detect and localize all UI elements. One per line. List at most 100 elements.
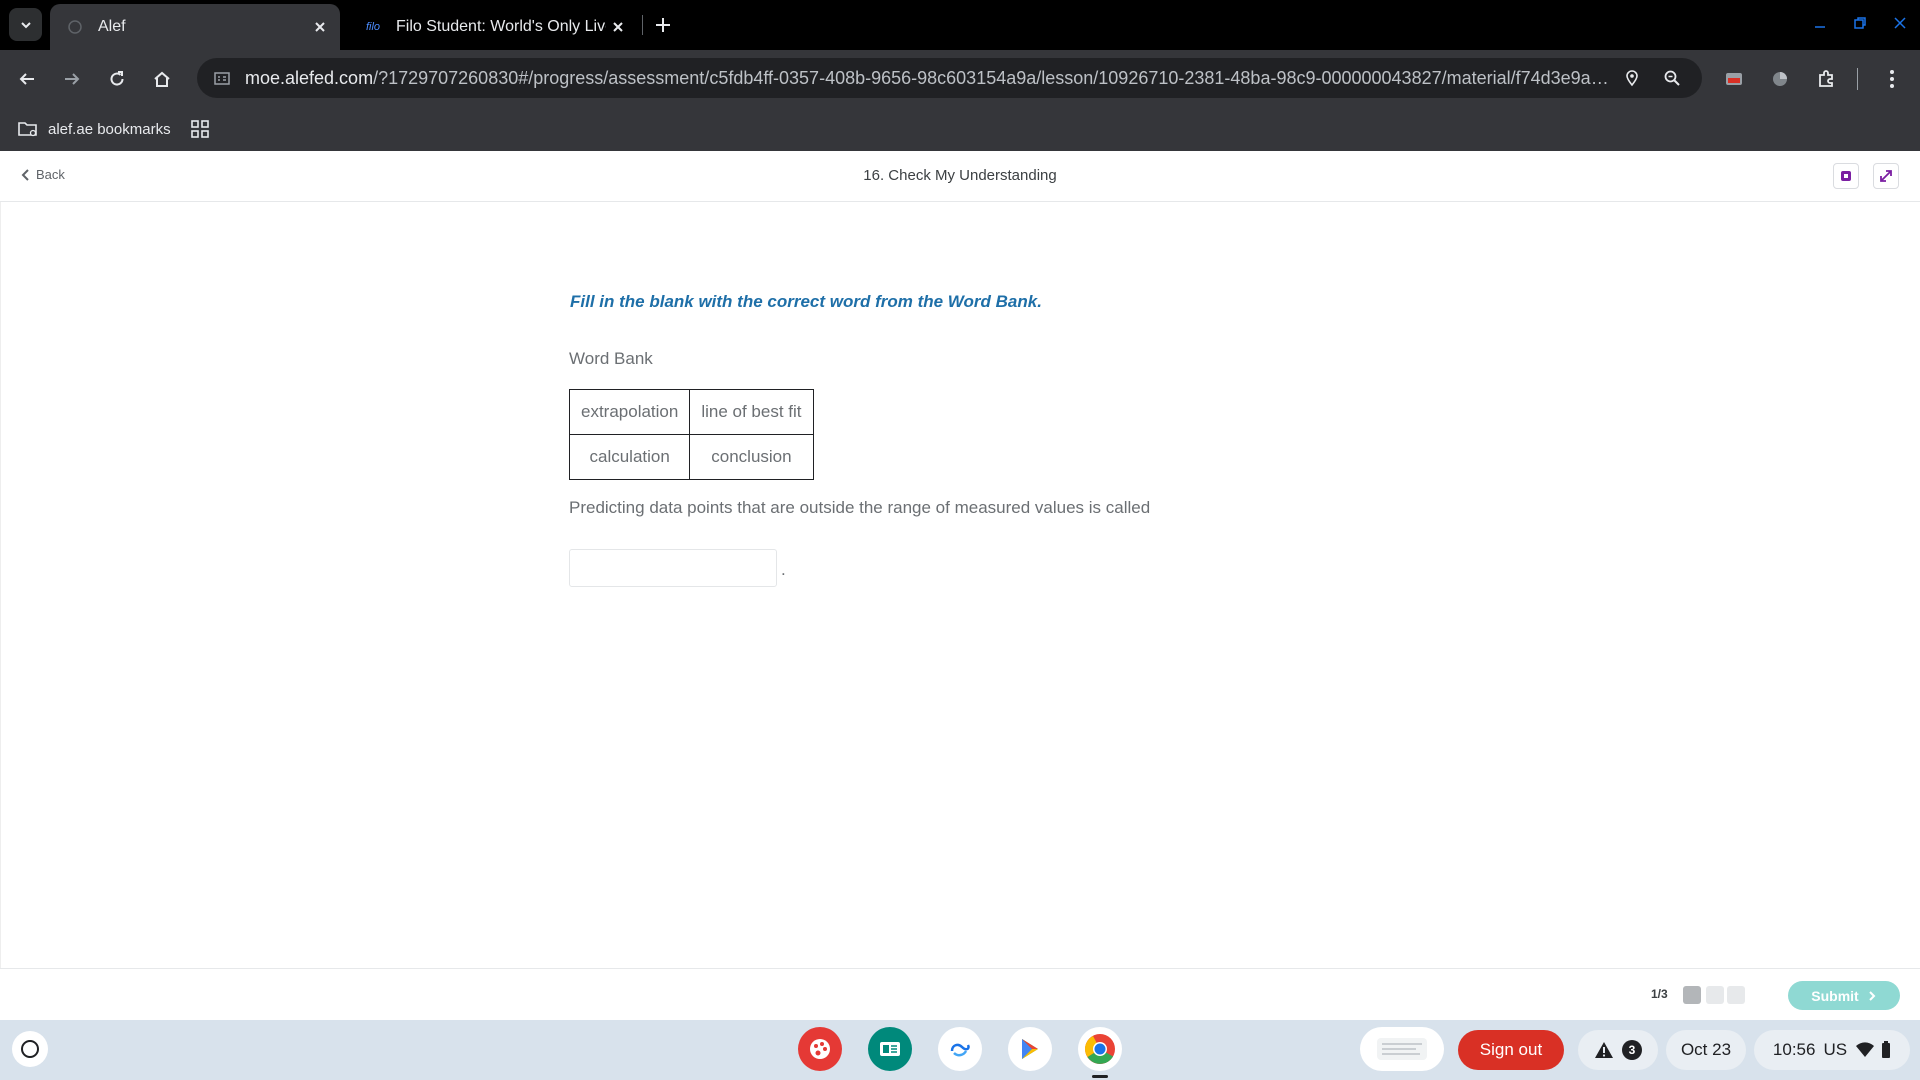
word-bank-table: extrapolation line of best fit calculati… xyxy=(568,389,814,480)
address-bar[interactable]: moe.alefed.com/?1729707260830#/progress/… xyxy=(197,58,1702,98)
restore-icon xyxy=(1854,17,1866,29)
holding-space-icon xyxy=(1377,1038,1427,1060)
chevron-right-icon xyxy=(1869,990,1876,1001)
puzzle-icon xyxy=(1819,70,1833,87)
question-instruction: Fill in the blank with the correct word … xyxy=(570,292,1042,311)
question-footer: 1/3 Submit xyxy=(0,968,1920,1020)
battery-icon xyxy=(1882,1041,1891,1058)
restore-button[interactable] xyxy=(1845,10,1875,36)
word-bank-cell: calculation xyxy=(568,434,691,480)
purple-square-icon xyxy=(1841,171,1851,181)
question-area: Fill in the blank with the correct word … xyxy=(0,202,1920,968)
bookmark-folder-alef[interactable]: alef.ae bookmarks xyxy=(18,120,171,138)
apps-shortcut[interactable] xyxy=(190,120,209,138)
close-tab-icon[interactable] xyxy=(606,15,630,39)
pager-dot[interactable] xyxy=(1727,986,1745,1004)
url-path: /?1729707260830#/progress/assessment/c5f… xyxy=(373,67,1612,88)
tab-title: Filo Student: World's Only Live I xyxy=(396,18,606,35)
fullscreen-button[interactable] xyxy=(1873,163,1899,189)
forward-button[interactable] xyxy=(55,62,89,96)
tab-search-button[interactable] xyxy=(9,8,42,41)
back-button[interactable] xyxy=(10,62,44,96)
close-window-button[interactable] xyxy=(1885,10,1915,36)
wifi-icon xyxy=(1856,1042,1875,1057)
page-title: 16. Check My Understanding xyxy=(863,167,1057,184)
page-indicator: 1/3 xyxy=(1651,987,1668,1001)
minimize-icon xyxy=(1815,26,1825,28)
holding-space-button[interactable] xyxy=(1360,1027,1444,1071)
extension-shield-button[interactable] xyxy=(1763,62,1797,96)
pager-dot-current[interactable] xyxy=(1683,986,1701,1004)
word-bank-cell: line of best fit xyxy=(689,389,814,435)
filo-icon: filo xyxy=(365,21,381,33)
word-bank-cell: extrapolation xyxy=(568,389,691,435)
locale-label: US xyxy=(1823,1040,1848,1059)
toolbar-separator xyxy=(1857,68,1858,90)
alef-icon xyxy=(66,18,84,36)
sync-app-icon[interactable] xyxy=(938,1027,982,1071)
submit-label: Submit xyxy=(1811,987,1859,1004)
app-menu-button[interactable] xyxy=(1833,163,1859,189)
more-vertical-icon xyxy=(1890,70,1894,88)
plus-icon xyxy=(656,18,670,32)
warning-icon xyxy=(1595,1042,1613,1058)
tab-separator xyxy=(642,15,643,35)
submit-button[interactable]: Submit xyxy=(1788,981,1900,1010)
running-indicator xyxy=(1092,1075,1108,1078)
classroom-app-icon[interactable] xyxy=(868,1027,912,1071)
home-button[interactable] xyxy=(145,62,179,96)
arrow-left-icon xyxy=(19,73,34,85)
arrow-right-icon xyxy=(65,73,80,85)
os-shelf: Sign out 3 Oct 23 10:56 US xyxy=(0,1020,1920,1080)
close-icon xyxy=(1894,17,1906,29)
canvas-app-icon[interactable] xyxy=(798,1027,842,1071)
chevron-down-icon xyxy=(20,21,31,28)
table-row: calculation conclusion xyxy=(568,434,814,480)
notification-count: 3 xyxy=(1622,1040,1642,1060)
cast-extension-icon xyxy=(1726,73,1742,85)
browser-toolbar: moe.alefed.com/?1729707260830#/progress/… xyxy=(0,50,1920,107)
apps-grid-icon xyxy=(190,120,209,138)
question-prompt: Predicting data points that are outside … xyxy=(569,498,1151,517)
status-tray[interactable]: 10:56 US xyxy=(1754,1030,1910,1070)
reload-button[interactable] xyxy=(100,62,134,96)
pager-dot[interactable] xyxy=(1706,986,1724,1004)
date-label: Oct 23 xyxy=(1680,1040,1732,1059)
location-icon[interactable] xyxy=(1612,58,1652,98)
browser-tabstrip: Alef filo Filo Student: World's Only Liv… xyxy=(0,0,1920,50)
home-icon xyxy=(154,71,170,87)
site-info-icon[interactable] xyxy=(205,58,239,98)
expand-icon xyxy=(1880,170,1892,182)
word-bank-cell: conclusion xyxy=(689,434,814,480)
zoom-icon[interactable] xyxy=(1652,58,1692,98)
browser-menu-button[interactable] xyxy=(1875,62,1909,96)
extension-cast-button[interactable] xyxy=(1717,62,1751,96)
sign-out-button[interactable]: Sign out xyxy=(1458,1030,1564,1070)
tab-alef[interactable]: Alef xyxy=(50,4,340,50)
launcher-button[interactable] xyxy=(12,1031,48,1067)
answer-suffix: . xyxy=(781,560,786,579)
lesson-header: Back 16. Check My Understanding xyxy=(0,151,1920,202)
launcher-icon xyxy=(21,1040,39,1058)
chrome-app-icon[interactable] xyxy=(1078,1027,1122,1071)
close-tab-icon[interactable] xyxy=(308,15,332,39)
play-store-icon[interactable] xyxy=(1008,1027,1052,1071)
tab-title: Alef xyxy=(98,18,126,35)
notification-tray[interactable]: 3 xyxy=(1578,1030,1658,1070)
tab-filo[interactable]: filo Filo Student: World's Only Live I xyxy=(348,4,638,50)
shield-extension-icon xyxy=(1773,72,1787,86)
time-label: 10:56 xyxy=(1772,1040,1816,1059)
extensions-button[interactable] xyxy=(1809,62,1843,96)
new-tab-button[interactable] xyxy=(650,12,676,38)
reload-icon xyxy=(110,71,124,86)
table-row: extrapolation line of best fit xyxy=(568,389,814,435)
url-host: moe.alefed.com xyxy=(245,67,374,88)
word-bank-label: Word Bank xyxy=(569,349,653,368)
url-text: moe.alefed.com/?1729707260830#/progress/… xyxy=(239,68,1612,89)
bookmarks-bar: alef.ae bookmarks xyxy=(0,107,1920,151)
answer-input[interactable] xyxy=(569,549,777,587)
bookmark-folder-label: alef.ae bookmarks xyxy=(48,120,171,138)
date-tray[interactable]: Oct 23 xyxy=(1666,1030,1746,1070)
minimize-button[interactable] xyxy=(1805,10,1835,36)
folder-icon xyxy=(18,122,37,137)
